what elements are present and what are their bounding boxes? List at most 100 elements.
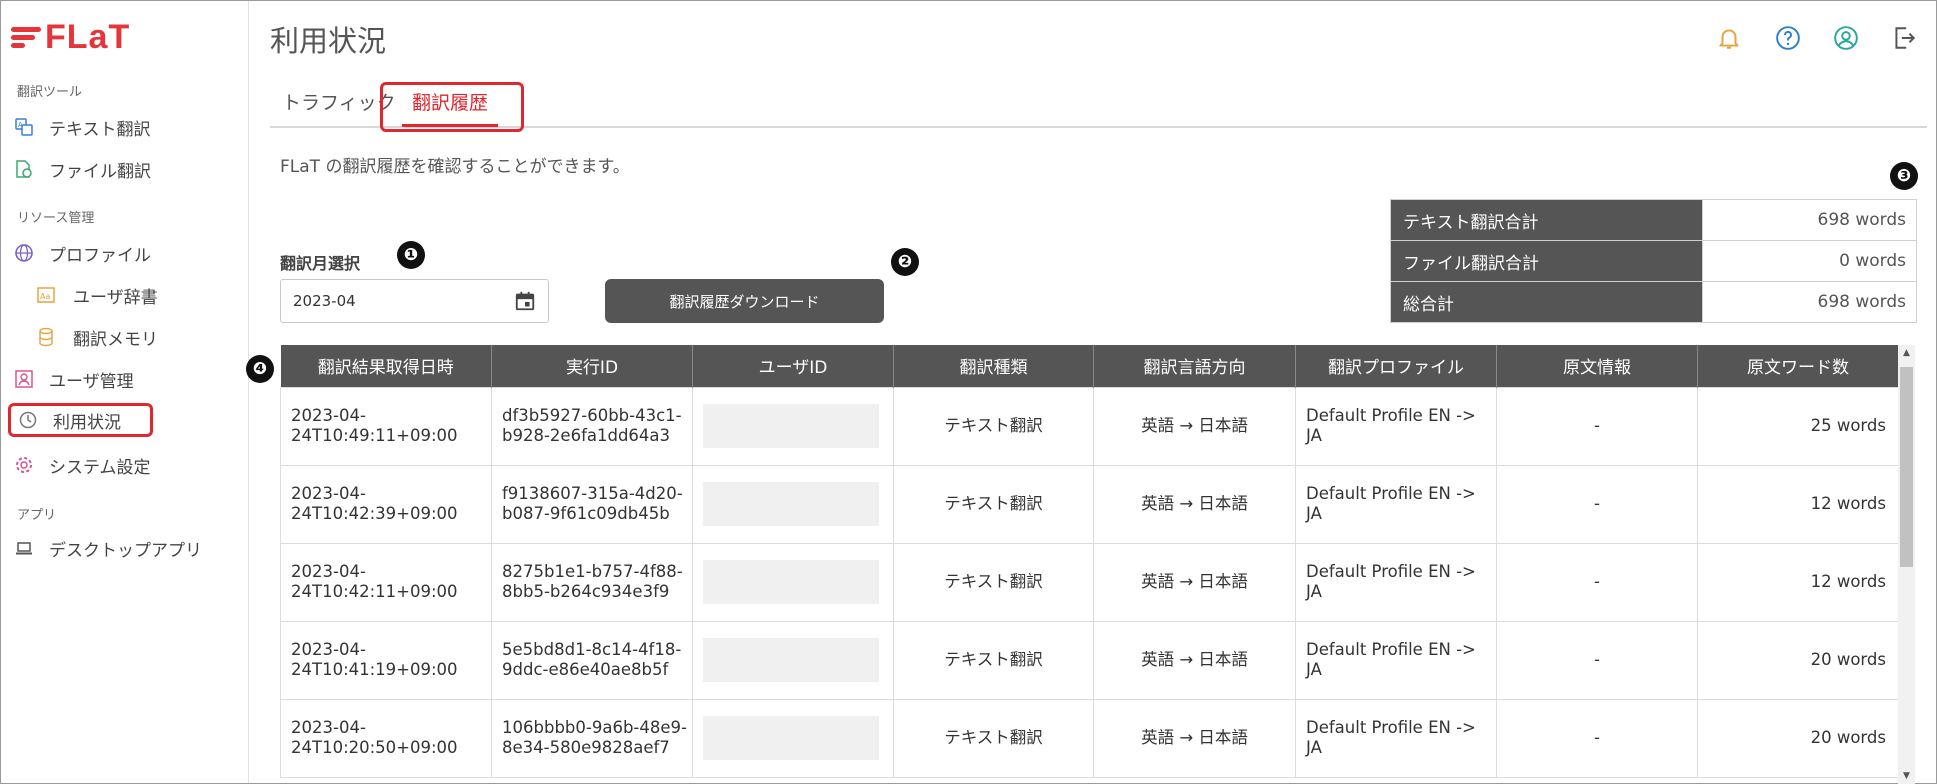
tab-translation-history[interactable]: 翻訳履歴 (412, 88, 488, 115)
logo[interactable]: FLaT (11, 19, 130, 55)
table-row[interactable]: 2023-04-24T10:42:39+09:00 f9138607-315a-4… (280, 464, 1899, 544)
summary-table: テキスト翻訳合計 698 words ファイル翻訳合計 0 words 総合計 … (1390, 199, 1917, 323)
file-translate-icon (13, 158, 35, 180)
column-header[interactable]: 翻訳言語方向 (1093, 345, 1296, 387)
gear-icon (13, 454, 35, 476)
scroll-up-arrow-icon[interactable]: ▲ (1898, 345, 1915, 361)
datetime-cell: 2023-04-24T10:20:50+09:00 (280, 698, 492, 778)
sidebar-item-label: ユーザ辞書 (73, 287, 158, 308)
section-label-tools: 翻訳ツール (17, 85, 83, 100)
sidebar-item-label: システム設定 (49, 457, 151, 478)
sidebar-item-system-settings[interactable]: システム設定 (13, 448, 238, 482)
svg-text:Aa: Aa (40, 292, 50, 301)
database-icon (35, 326, 57, 348)
summary-key: ファイル翻訳合計 (1390, 240, 1703, 282)
sidebar-item-label: 利用状況 (53, 412, 121, 433)
sidebar-item-label: テキスト翻訳 (49, 119, 151, 140)
scroll-down-arrow-icon[interactable]: ▼ (1898, 768, 1915, 784)
word-count-cell: 12 words (1697, 542, 1899, 622)
language-direction-cell: 英語 → 日本語 (1093, 386, 1296, 466)
source-info-cell: - (1496, 464, 1698, 544)
user-id-cell (692, 464, 894, 544)
column-header[interactable]: 原文情報 (1496, 345, 1698, 387)
word-count-cell: 20 words (1697, 620, 1899, 700)
translation-type-cell: テキスト翻訳 (893, 464, 1094, 544)
redacted-user-id (703, 482, 879, 526)
tab-traffic[interactable]: トラフィック (282, 88, 396, 115)
user-management-icon (13, 368, 35, 390)
column-header[interactable]: 翻訳種類 (893, 345, 1094, 387)
table-scrollbar[interactable]: ▲ ▼ (1898, 345, 1915, 784)
exec-id-cell: 8275b1e1-b757-4f88-8bb5-b264c934e3f9 (491, 542, 693, 622)
column-header[interactable]: 実行ID (491, 345, 693, 387)
word-count-cell: 12 words (1697, 464, 1899, 544)
help-icon[interactable] (1774, 24, 1802, 52)
history-table-container[interactable]: 翻訳結果取得日時 実行ID ユーザID 翻訳種類 翻訳言語方向 翻訳プロファイル… (280, 345, 1905, 784)
history-header-row: 翻訳結果取得日時 実行ID ユーザID 翻訳種類 翻訳言語方向 翻訳プロファイル… (280, 345, 1899, 387)
datetime-cell: 2023-04-24T10:41:19+09:00 (280, 620, 492, 700)
source-info-cell: - (1496, 386, 1698, 466)
download-history-button[interactable]: 翻訳履歴ダウンロード (605, 279, 884, 323)
table-row[interactable]: 2023-04-24T10:49:11+09:00 df3b5927-60bb-4… (280, 386, 1899, 466)
logout-icon[interactable] (1890, 24, 1918, 52)
account-icon[interactable] (1832, 24, 1860, 52)
profile-cell: Default Profile EN -> JA (1295, 386, 1497, 466)
column-header[interactable]: ユーザID (692, 345, 894, 387)
column-header[interactable]: 原文ワード数 (1697, 345, 1899, 387)
summary-row: 総合計 698 words (1390, 281, 1917, 323)
word-count-cell: 25 words (1697, 386, 1899, 466)
exec-id-cell: 5e5bd8d1-8c14-4f18-9ddc-e86e40ae8b5f (491, 620, 693, 700)
exec-id-cell: f9138607-315a-4d20-b087-9f61c09db45b (491, 464, 693, 544)
summary-value: 698 words (1702, 199, 1917, 241)
translation-type-cell: テキスト翻訳 (893, 386, 1094, 466)
profile-cell: Default Profile EN -> JA (1295, 620, 1497, 700)
annotation-badge-3: ❸ (1890, 162, 1918, 190)
table-row[interactable]: 2023-04-24T10:42:11+09:00 8275b1e1-b757-4… (280, 542, 1899, 622)
sidebar-item-user-dictionary[interactable]: Aa ユーザ辞書 (35, 278, 260, 312)
history-table: 翻訳結果取得日時 実行ID ユーザID 翻訳種類 翻訳言語方向 翻訳プロファイル… (280, 345, 1899, 778)
sidebar-item-profile[interactable]: プロファイル (13, 236, 238, 270)
language-direction-cell: 英語 → 日本語 (1093, 698, 1296, 778)
word-count-cell: 20 words (1697, 698, 1899, 778)
sidebar: FLaT 翻訳ツール A テキスト翻訳 ファイル翻訳 リソース管理 プロファイル… (1, 1, 249, 783)
annotation-badge-2: ❷ (891, 248, 919, 276)
exec-id-cell: 106bbbb0-9a6b-48e9-8e34-580e9828aef7 (491, 698, 693, 778)
calendar-icon[interactable] (514, 290, 536, 312)
source-info-cell: - (1496, 698, 1698, 778)
sidebar-item-text-translate[interactable]: A テキスト翻訳 (13, 110, 238, 144)
exec-id-cell: df3b5927-60bb-43c1-b928-2e6fa1dd64a3 (491, 386, 693, 466)
sidebar-item-label: デスクトップアプリ (49, 540, 202, 561)
language-direction-cell: 英語 → 日本語 (1093, 620, 1296, 700)
translation-type-cell: テキスト翻訳 (893, 542, 1094, 622)
table-row[interactable]: 2023-04-24T10:41:19+09:00 5e5bd8d1-8c14-4… (280, 620, 1899, 700)
redacted-user-id (703, 716, 879, 760)
redacted-user-id (703, 638, 879, 682)
column-header[interactable]: 翻訳結果取得日時 (280, 345, 492, 387)
summary-key: テキスト翻訳合計 (1390, 199, 1703, 241)
translation-type-cell: テキスト翻訳 (893, 698, 1094, 778)
sidebar-item-file-translate[interactable]: ファイル翻訳 (13, 152, 238, 186)
tab-bar: トラフィック 翻訳履歴 (270, 82, 1927, 132)
summary-value: 698 words (1702, 281, 1917, 323)
sidebar-item-usage[interactable]: 利用状況 (8, 403, 153, 437)
column-header[interactable]: 翻訳プロファイル (1295, 345, 1497, 387)
scrollbar-thumb[interactable] (1900, 367, 1913, 567)
bell-icon[interactable] (1715, 24, 1743, 52)
page-description: FLaT の翻訳履歴を確認することができます。 (280, 157, 630, 177)
sidebar-item-label: ファイル翻訳 (49, 161, 151, 182)
svg-text:A: A (18, 121, 23, 129)
profile-cell: Default Profile EN -> JA (1295, 698, 1497, 778)
profile-cell: Default Profile EN -> JA (1295, 542, 1497, 622)
month-input[interactable]: 2023-04 (280, 279, 549, 323)
history-icon (17, 409, 39, 431)
sidebar-item-user-management[interactable]: ユーザ管理 (13, 362, 238, 396)
laptop-icon (13, 537, 35, 559)
annotation-badge-1: ❶ (397, 241, 425, 269)
annotation-badge-4: ❹ (246, 355, 274, 383)
sidebar-item-label: プロファイル (49, 245, 151, 266)
sidebar-item-translation-memory[interactable]: 翻訳メモリ (35, 320, 260, 354)
summary-row: ファイル翻訳合計 0 words (1390, 240, 1917, 282)
table-row[interactable]: 2023-04-24T10:20:50+09:00 106bbbb0-9a6b-4… (280, 698, 1899, 778)
sidebar-item-desktop-app[interactable]: デスクトップアプリ (13, 531, 238, 565)
translation-type-cell: テキスト翻訳 (893, 620, 1094, 700)
